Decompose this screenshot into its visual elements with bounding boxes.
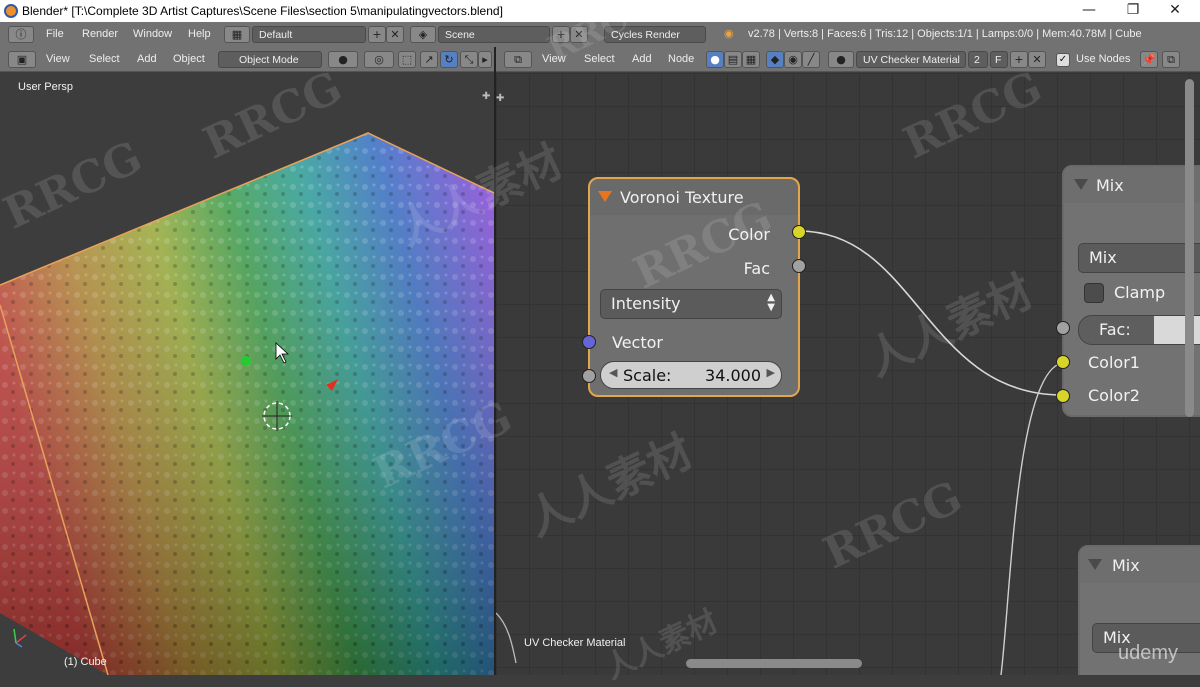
clamp-label: Clamp bbox=[1114, 283, 1166, 302]
mix-rgb-node[interactable]: Mix Mix Clamp Fac: Color1 Color2 bbox=[1056, 165, 1200, 417]
node-menu-node[interactable]: Node bbox=[668, 53, 694, 65]
use-nodes-label: Use Nodes bbox=[1076, 53, 1131, 65]
collapse-triangle-icon[interactable] bbox=[598, 191, 612, 202]
node-editor-header: ⧉ View Select Add Node ● ▤ ▦ ◆ ◉ ╱ ● UV … bbox=[496, 47, 1200, 72]
add-layout-icon[interactable]: + bbox=[368, 26, 386, 43]
menu-render[interactable]: Render bbox=[82, 28, 118, 40]
translate-manipulator-icon[interactable]: ↗ bbox=[420, 51, 438, 68]
mix-color2-socket[interactable] bbox=[1056, 389, 1070, 403]
manipulator-toggle-icon[interactable]: ⬚ bbox=[398, 51, 416, 68]
close-button[interactable]: ✕ bbox=[1160, 2, 1190, 18]
use-nodes-checkbox[interactable]: ✓ bbox=[1056, 53, 1070, 67]
interaction-mode-select[interactable]: Object Mode bbox=[218, 51, 322, 68]
node-editor-corner-icon[interactable]: ✚ bbox=[496, 93, 504, 104]
voronoi-coloring-select[interactable]: Intensity ▲ ▼ bbox=[600, 289, 782, 319]
remove-layout-icon[interactable]: ✕ bbox=[386, 26, 404, 43]
menu-window[interactable]: Window bbox=[133, 28, 172, 40]
texture-tree-icon[interactable]: ▦ bbox=[742, 51, 760, 68]
menu-file[interactable]: File bbox=[46, 28, 64, 40]
viewport-object-label: (1) Cube bbox=[64, 656, 107, 668]
viewport-menu-select[interactable]: Select bbox=[89, 53, 120, 65]
vertical-scrollbar[interactable] bbox=[1185, 79, 1194, 417]
mix-fac-slider[interactable]: Fac: bbox=[1078, 315, 1200, 345]
screen-layout-field[interactable]: Default bbox=[252, 26, 366, 43]
axis-gizmo-icon bbox=[13, 628, 27, 648]
maximize-button[interactable]: ❐ bbox=[1118, 2, 1148, 18]
mix-color2-label: Color2 bbox=[1088, 386, 1140, 405]
voronoi-color-socket[interactable] bbox=[792, 225, 806, 239]
viewport-shading-icon[interactable]: ● bbox=[328, 51, 358, 68]
window-title: Blender* [T:\Complete 3D Artist Captures… bbox=[22, 4, 503, 18]
transform-orientation-icon[interactable]: ▸ bbox=[478, 51, 492, 68]
scene-icon[interactable]: ◈ bbox=[410, 26, 436, 43]
fac-label: Fac: bbox=[1099, 320, 1131, 339]
pivot-point-icon[interactable]: ◎ bbox=[364, 51, 394, 68]
horizontal-scrollbar[interactable] bbox=[686, 659, 862, 668]
editor-type-info-icon[interactable]: ⓘ bbox=[8, 26, 34, 43]
mix-color1-socket[interactable] bbox=[1056, 355, 1070, 369]
scale-manipulator-icon[interactable]: ⤡ bbox=[460, 51, 478, 68]
mix-fac-socket[interactable] bbox=[1056, 321, 1070, 335]
mix-node-2-title: Mix bbox=[1112, 556, 1140, 575]
node-editor[interactable]: ✚ Voronoi Texture Color Fac Intensity ▲ ▼… bbox=[496, 73, 1200, 675]
voronoi-vector-label: Vector bbox=[612, 333, 663, 352]
link-to-color1 bbox=[1000, 362, 1063, 675]
unlink-material-icon[interactable]: ✕ bbox=[1028, 51, 1046, 68]
editor-type-node-icon[interactable]: ⧉ bbox=[504, 51, 532, 68]
viewport-perspective-label: User Persp bbox=[18, 81, 74, 93]
collapse-triangle-icon[interactable] bbox=[1088, 559, 1102, 570]
screen-layout-icon[interactable]: ▦ bbox=[224, 26, 250, 43]
udemy-watermark: udemy bbox=[1118, 642, 1179, 664]
voronoi-scale-slider[interactable]: ◀ Scale: 34.000 ▶ bbox=[600, 361, 782, 389]
world-shader-icon[interactable]: ◉ bbox=[784, 51, 802, 68]
clamp-checkbox[interactable] bbox=[1084, 283, 1104, 303]
mix-node-title: Mix bbox=[1096, 176, 1124, 195]
scale-value: 34.000 bbox=[705, 366, 761, 385]
node-menu-add[interactable]: Add bbox=[632, 53, 652, 65]
chevron-updown-icon: ▲ ▼ bbox=[767, 292, 775, 313]
pin-icon[interactable]: 📌 bbox=[1140, 51, 1158, 68]
snap-icon[interactable]: ⧉ bbox=[1162, 51, 1180, 68]
arrow-right-icon[interactable]: ▶ bbox=[767, 366, 775, 379]
voronoi-node-title: Voronoi Texture bbox=[620, 188, 744, 207]
viewport-header: ▣ View Select Add Object Object Mode ● ◎… bbox=[0, 47, 494, 72]
blender-logo-icon bbox=[4, 4, 18, 18]
collapse-triangle-icon[interactable] bbox=[1074, 179, 1088, 190]
voronoi-scale-socket[interactable] bbox=[582, 369, 596, 383]
voronoi-output-fac-label: Fac bbox=[743, 259, 770, 278]
compositor-tree-icon[interactable]: ▤ bbox=[724, 51, 742, 68]
mix-color1-label: Color1 bbox=[1088, 353, 1140, 372]
linestyle-shader-icon[interactable]: ╱ bbox=[802, 51, 820, 68]
viewport-menu-add[interactable]: Add bbox=[137, 53, 157, 65]
object-shader-icon[interactable]: ◆ bbox=[766, 51, 784, 68]
viewport-corner-icon[interactable]: ✚ bbox=[482, 91, 490, 102]
mix-blend-type-select[interactable]: Mix bbox=[1078, 243, 1200, 273]
menu-help[interactable]: Help bbox=[188, 28, 211, 40]
material-browse-icon[interactable]: ● bbox=[828, 51, 854, 68]
material-users-count[interactable]: 2 bbox=[968, 51, 988, 68]
viewport-menu-object[interactable]: Object bbox=[173, 53, 205, 65]
viewport-menu-view[interactable]: View bbox=[46, 53, 70, 65]
minimize-button[interactable]: — bbox=[1074, 2, 1104, 18]
scene-field[interactable]: Scene bbox=[438, 26, 550, 43]
scene-stats: v2.78 | Verts:8 | Faces:6 | Tris:12 | Ob… bbox=[748, 28, 1142, 40]
scale-label: Scale: bbox=[623, 366, 672, 385]
fake-user-button[interactable]: F bbox=[990, 51, 1008, 68]
rotate-manipulator-icon[interactable]: ↻ bbox=[440, 51, 458, 68]
voronoi-texture-node[interactable]: Voronoi Texture Color Fac Intensity ▲ ▼ V… bbox=[582, 177, 806, 397]
voronoi-fac-socket[interactable] bbox=[792, 259, 806, 273]
material-name-field[interactable]: UV Checker Material bbox=[856, 51, 966, 68]
voronoi-vector-socket[interactable] bbox=[582, 335, 596, 349]
editor-type-3d-icon[interactable]: ▣ bbox=[8, 51, 36, 68]
arrow-left-icon[interactable]: ◀ bbox=[609, 366, 617, 379]
shader-tree-icon[interactable]: ● bbox=[706, 51, 724, 68]
blender-info-icon: ◉ bbox=[724, 28, 734, 40]
object-origin-icon bbox=[241, 356, 251, 366]
